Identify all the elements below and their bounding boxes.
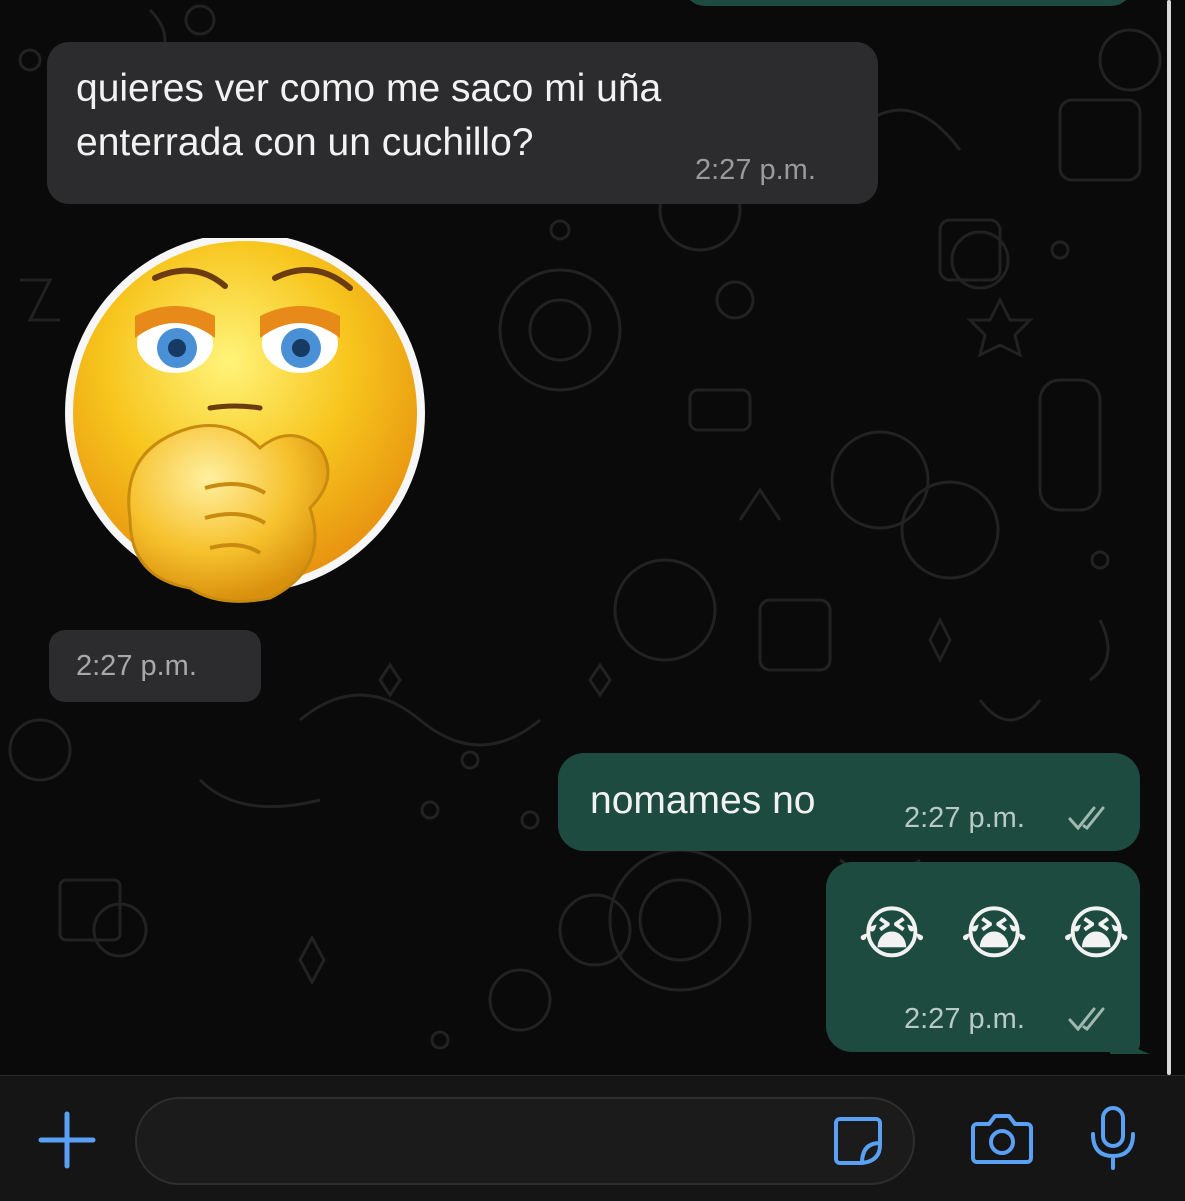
microphone-icon[interactable] xyxy=(1088,1106,1138,1172)
incoming-message-bubble[interactable]: quieres ver como me saco mi uña enterrad… xyxy=(47,42,878,204)
message-input[interactable] xyxy=(135,1097,915,1185)
sticker-timestamp: 2:27 p.m. xyxy=(76,650,197,682)
read-receipt-icon xyxy=(1068,1007,1105,1032)
outgoing-emoji-message-bubble[interactable]: 😭 😭 😭 2:27 p.m. xyxy=(826,862,1140,1052)
bubble-tail xyxy=(1110,1014,1150,1054)
previous-outgoing-bubble[interactable] xyxy=(683,0,1133,6)
sticker-icon[interactable] xyxy=(830,1113,886,1169)
message-text: nomames no xyxy=(590,779,816,822)
message-text-line-2: enterrada con un cuchillo? xyxy=(76,121,534,164)
chat-area[interactable]: quieres ver como me saco mi uña enterrad… xyxy=(0,0,1185,1075)
face-holding-back-tears-hands-sticker[interactable] xyxy=(60,238,430,608)
message-timestamp: 2:27 p.m. xyxy=(904,802,1025,834)
message-timestamp: 2:27 p.m. xyxy=(695,154,816,186)
message-composer-bar xyxy=(0,1075,1185,1201)
message-text-line-1: quieres ver como me saco mi uña xyxy=(76,67,662,110)
scrollbar[interactable] xyxy=(1167,0,1171,1075)
outgoing-message-bubble[interactable]: nomames no 2:27 p.m. xyxy=(558,753,1140,851)
plus-icon[interactable] xyxy=(37,1110,97,1170)
message-timestamp: 2:27 p.m. xyxy=(904,1003,1025,1035)
camera-icon[interactable] xyxy=(969,1110,1035,1168)
emoji-text: 😭 😭 😭 xyxy=(858,899,1139,967)
read-receipt-icon xyxy=(1068,806,1105,831)
sticker-timestamp-pill: 2:27 p.m. xyxy=(49,630,261,702)
